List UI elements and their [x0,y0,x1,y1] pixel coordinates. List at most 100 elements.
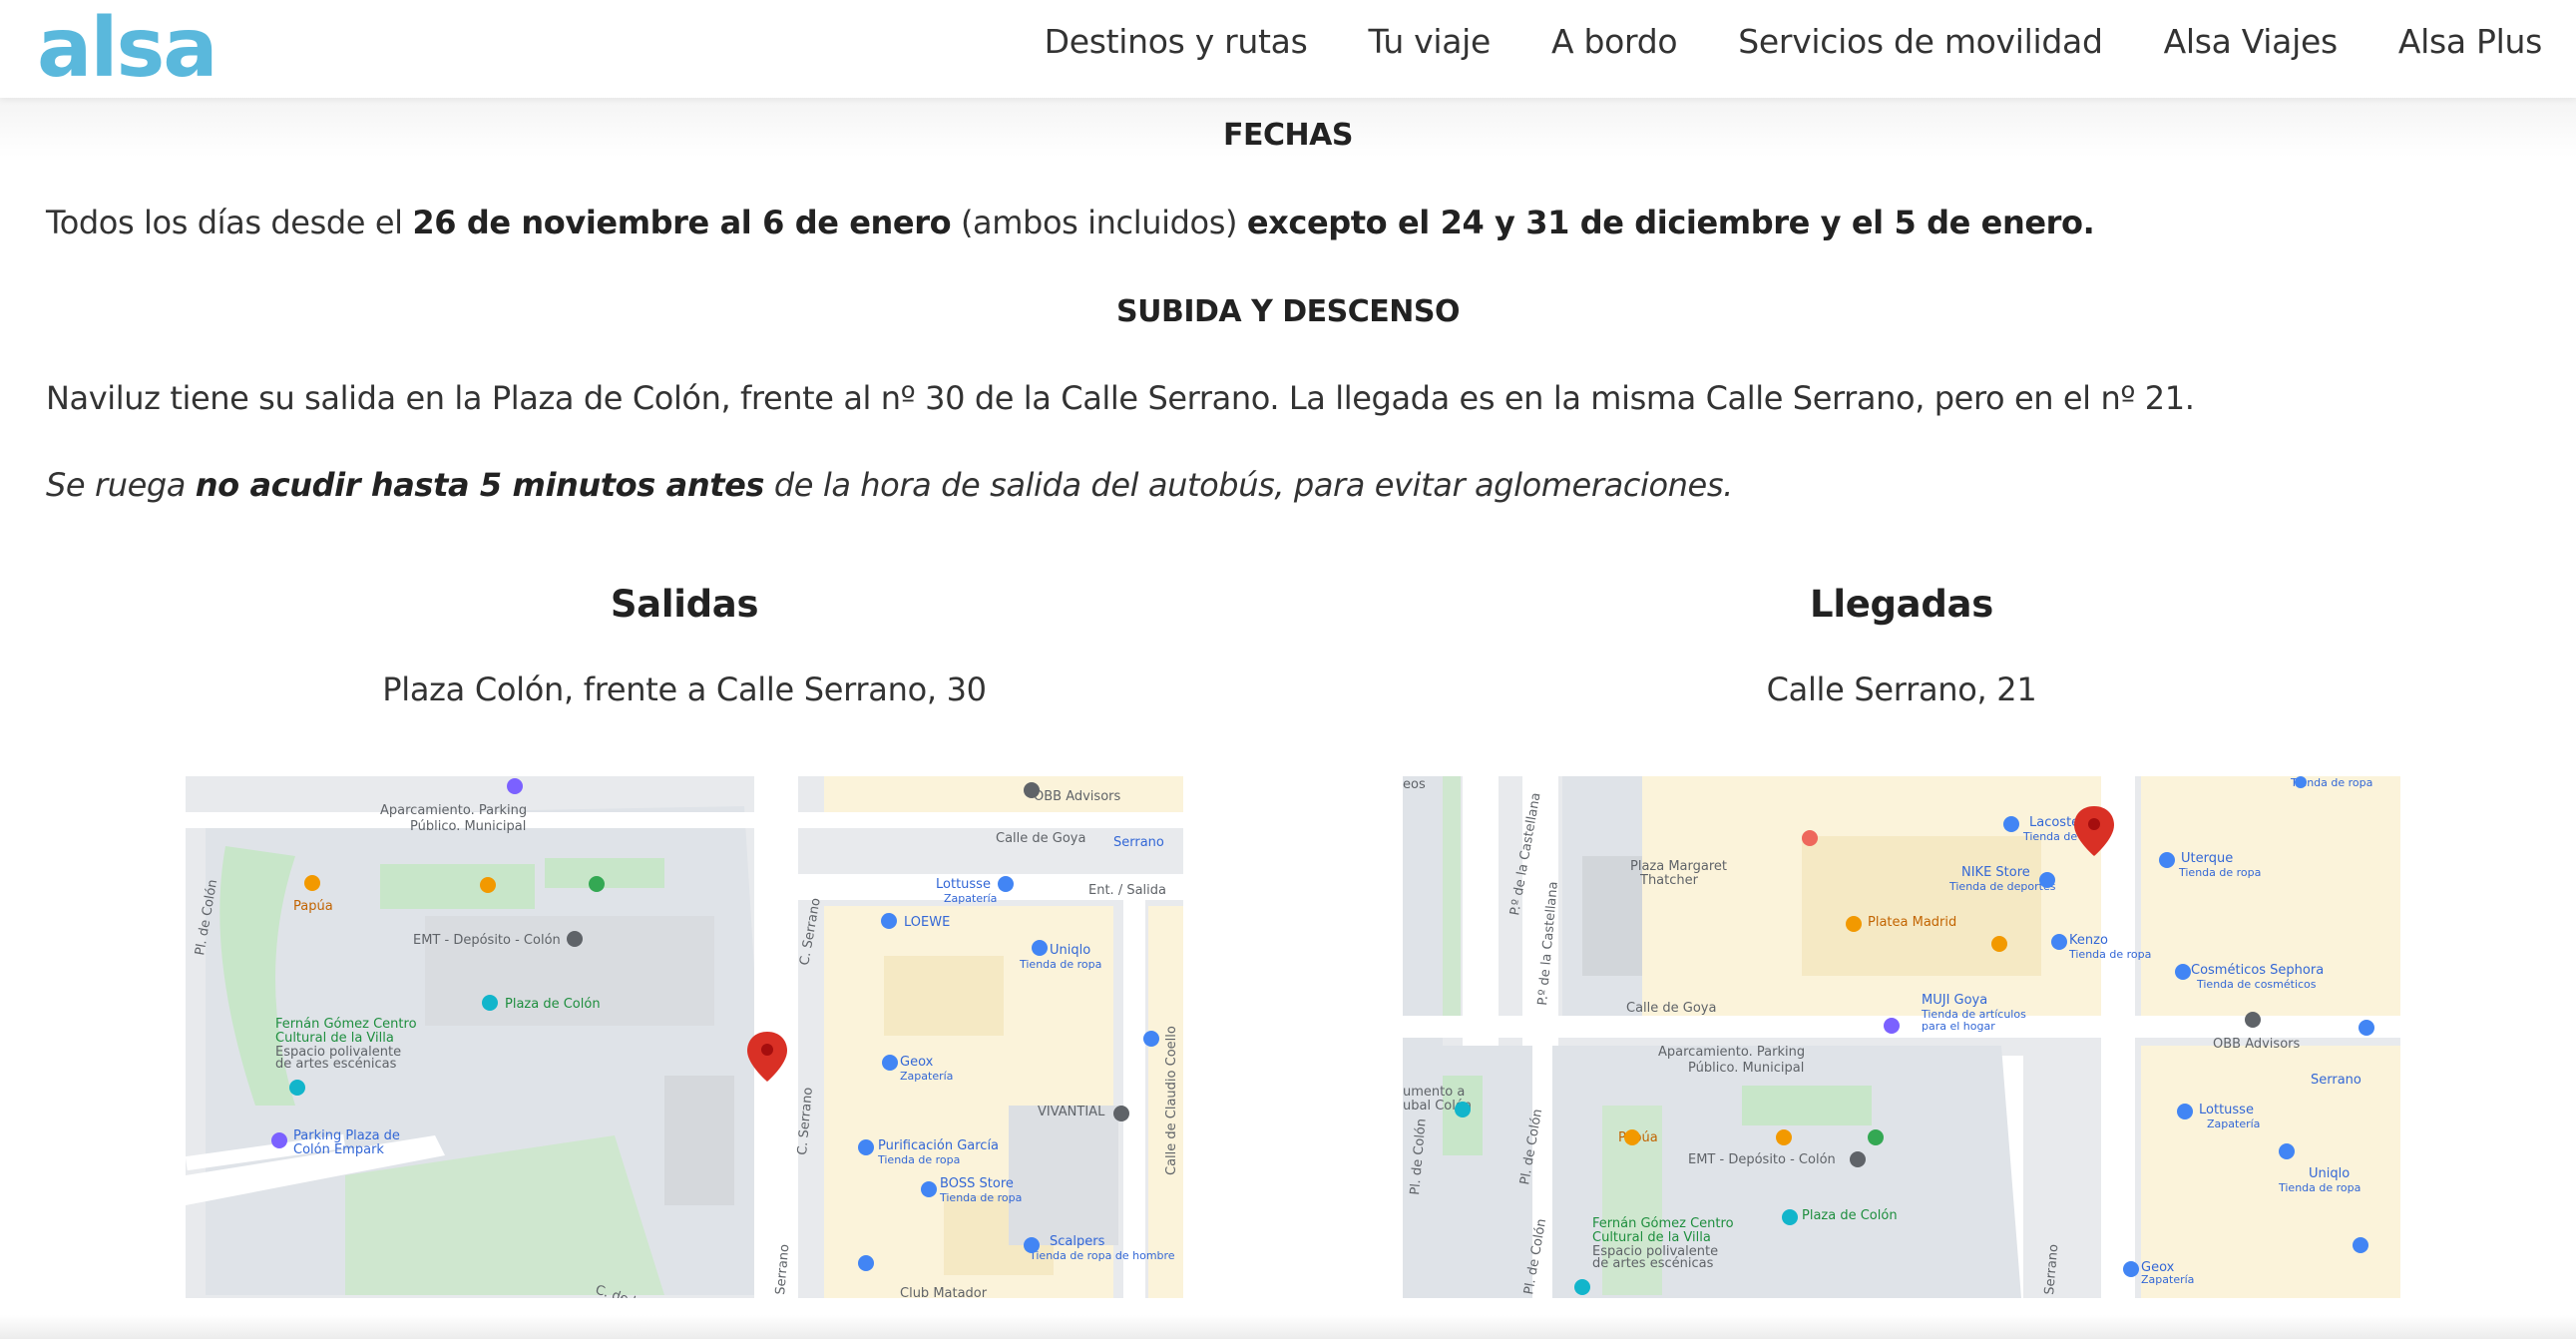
shop-icon[interactable] [2039,872,2055,888]
restaurant-icon[interactable] [1846,916,1862,932]
place-icon[interactable] [567,931,583,947]
shop-icon[interactable] [858,1255,874,1271]
shop-icon[interactable] [2123,1261,2139,1277]
svg-text:alsa: alsa [37,10,216,90]
parking-icon[interactable] [1884,1018,1900,1034]
alsa-logo[interactable]: alsa [37,10,246,90]
place-icon[interactable] [1113,1106,1129,1121]
svg-text:NIKE Store: NIKE Store [1961,865,2030,880]
svg-text:para el hogar: para el hogar [1922,1020,1995,1033]
llegadas-map[interactable]: eos Lacoste Tienda de ropa Tienda de rop… [1403,776,2400,1298]
svg-text:Zapatería: Zapatería [2207,1117,2260,1130]
place-icon[interactable] [2245,1012,2261,1028]
place-icon[interactable] [1850,1151,1866,1167]
parking-icon[interactable] [271,1132,287,1148]
nav-servicios-de-movilidad[interactable]: Servicios de movilidad [1738,22,2103,61]
fechas-text-2: (ambos incluidos) [951,204,1247,241]
restaurant-icon[interactable] [1624,1129,1640,1145]
svg-text:Lottusse: Lottusse [936,877,991,892]
monument-icon[interactable] [1455,1102,1471,1117]
parking-icon[interactable] [507,778,523,794]
svg-text:Geox: Geox [900,1055,934,1070]
shop-icon[interactable] [882,1055,898,1071]
svg-text:VIVANTIAL: VIVANTIAL [1038,1105,1105,1119]
svg-text:Tienda de ropa de hombre: Tienda de ropa de hombre [1029,1249,1175,1262]
svg-text:Aparcamiento. Parking: Aparcamiento. Parking [380,803,527,818]
svg-text:EMT - Depósito - Colón: EMT - Depósito - Colón [1688,1152,1836,1167]
svg-text:Tienda de ropa: Tienda de ropa [939,1191,1022,1204]
culture-icon[interactable] [289,1080,305,1096]
svg-text:Parking Plaza de: Parking Plaza de [293,1128,400,1143]
salidas-map[interactable]: Aparcamiento. Parking Público. Municipal… [186,776,1183,1298]
shop-icon[interactable] [2177,1104,2193,1119]
nav-alsa-viajes[interactable]: Alsa Viajes [2164,22,2339,61]
shop-icon[interactable] [998,876,1014,892]
subida-note: Se ruega no acudir hasta 5 minutos antes… [46,466,2520,504]
svg-text:Uniqlo: Uniqlo [1050,943,1090,958]
svg-text:Serrano: Serrano [1113,835,1164,850]
shop-icon[interactable] [1032,940,1048,956]
subida-heading: SUBIDA Y DESCENSO [1116,294,1460,329]
svg-text:Papúa: Papúa [293,899,333,914]
nav-destinos-y-rutas[interactable]: Destinos y rutas [1045,22,1308,61]
svg-text:BOSS Store: BOSS Store [940,1176,1014,1191]
plaza-icon[interactable] [1782,1209,1798,1225]
shop-icon[interactable] [2175,964,2191,980]
note-text-1: Se ruega [46,466,196,504]
culture-icon[interactable] [1574,1279,1590,1295]
svg-text:de artes escénicas: de artes escénicas [1592,1256,1714,1271]
svg-text:Plaza de Colón: Plaza de Colón [505,997,601,1012]
shop-icon[interactable] [2003,816,2019,832]
note-bold: no acudir hasta 5 minutos antes [195,466,765,504]
svg-text:de artes escénicas: de artes escénicas [275,1057,397,1072]
plaza-icon[interactable] [482,995,498,1011]
fechas-paragraph: Todos los días desde el 26 de noviembre … [46,204,2520,241]
svg-text:Zapatería: Zapatería [900,1070,953,1083]
salidas-map-svg[interactable]: Aparcamiento. Parking Público. Municipal… [186,776,1183,1298]
shop-icon[interactable] [1024,1237,1040,1253]
fechas-heading: FECHAS [1223,118,1353,153]
restaurant-icon[interactable] [304,875,320,891]
svg-text:Cultural de la Villa: Cultural de la Villa [1592,1230,1711,1245]
park-icon[interactable] [1868,1129,1884,1145]
svg-text:Fernán Gómez Centro: Fernán Gómez Centro [275,1017,417,1032]
shop-icon[interactable] [2359,1020,2374,1036]
shop-icon[interactable] [2279,1143,2295,1159]
svg-text:Tienda de cosméticos: Tienda de cosméticos [2196,978,2317,991]
place-icon[interactable] [1024,782,1040,798]
svg-text:umento a: umento a [1403,1085,1465,1100]
page-bottom-edge [0,1315,2576,1339]
llegadas-map-svg[interactable]: eos Lacoste Tienda de ropa Tienda de rop… [1403,776,2400,1298]
svg-text:OBB Advisors: OBB Advisors [1034,789,1120,804]
restaurant-icon[interactable] [480,877,496,893]
svg-text:Plaza Margaret: Plaza Margaret [1630,859,1727,874]
shop-icon[interactable] [881,913,897,929]
svg-text:Tienda de ropa: Tienda de ropa [877,1153,960,1166]
shop-icon[interactable] [921,1181,937,1197]
poi-icon[interactable] [1802,830,1818,846]
shop-icon[interactable] [2353,1237,2368,1253]
nav-a-bordo[interactable]: A bordo [1551,22,1678,61]
fechas-exceptions: excepto el 24 y 31 de diciembre y el 5 d… [1246,204,2095,241]
svg-text:Club Matador: Club Matador [900,1286,988,1298]
park-icon[interactable] [589,876,605,892]
svg-text:Cosméticos Sephora: Cosméticos Sephora [2191,963,2324,978]
nav-alsa-plus[interactable]: Alsa Plus [2398,22,2542,61]
shop-icon[interactable] [1143,1031,1159,1047]
restaurant-icon[interactable] [1776,1129,1792,1145]
svg-text:OBB Advisors: OBB Advisors [2213,1037,2300,1052]
shop-icon[interactable] [2159,852,2175,868]
llegadas-address: Calle Serrano, 21 [1766,670,2037,708]
nav-tu-viaje[interactable]: Tu viaje [1369,22,1492,61]
svg-text:Tienda de ropa: Tienda de ropa [2068,948,2151,961]
restaurant-icon[interactable] [1991,936,2007,952]
llegadas-title: Llegadas [1810,583,1993,626]
shop-icon[interactable] [2051,934,2067,950]
shop-icon[interactable] [858,1139,874,1155]
svg-text:Calle de Goya: Calle de Goya [1626,1001,1716,1016]
svg-text:Público. Municipal: Público. Municipal [1688,1061,1804,1076]
svg-text:Colón Empark: Colón Empark [293,1142,384,1157]
shop-icon[interactable] [2295,776,2307,788]
main-nav: Destinos y rutas Tu viaje A bordo Servic… [1045,22,2543,61]
svg-text:Scalpers: Scalpers [1050,1234,1105,1249]
